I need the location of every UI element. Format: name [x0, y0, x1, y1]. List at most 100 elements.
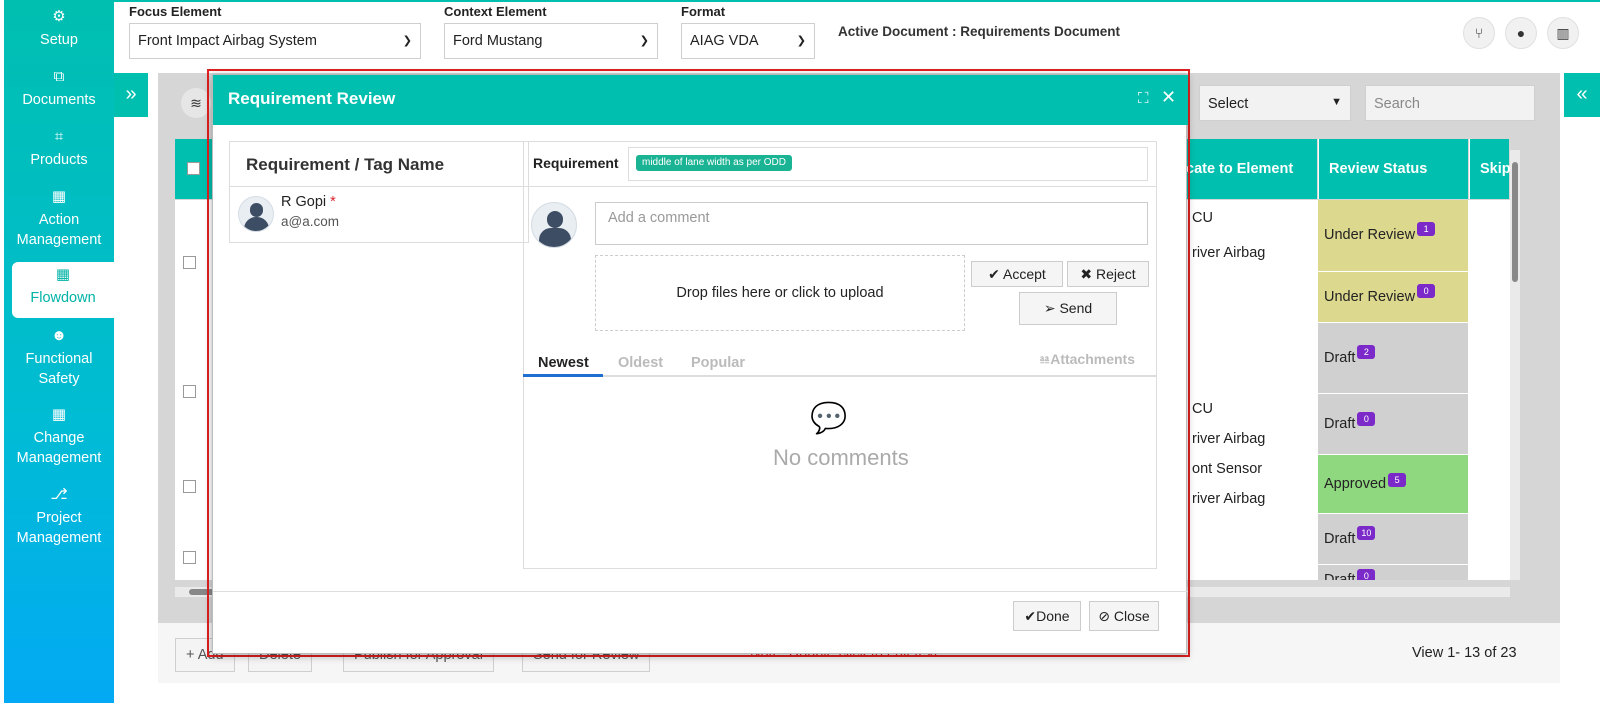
tab-popular[interactable]: Popular [691, 355, 745, 371]
send-button[interactable]: ➢ Send [1019, 292, 1117, 325]
requirement-review-modal: Requirement Review ⛶ ✕ Requirement / Tag… [212, 74, 1188, 654]
requirement-tag: middle of lane width as per ODD [636, 155, 792, 171]
building-icon: ▦ [51, 406, 67, 423]
top-accent-line [114, 0, 1600, 2]
sidebar-item-label: Flowdown [30, 290, 96, 306]
sidebar-item-flowdown[interactable]: ▦ Flowdown [12, 262, 114, 318]
status-label: Approved [1324, 476, 1387, 492]
select-all-checkbox[interactable] [187, 162, 200, 175]
accept-button[interactable]: ✔ Accept [971, 261, 1063, 287]
chevron-down-icon: ▼ [1331, 96, 1342, 108]
allocation-cell: CU [1192, 210, 1213, 226]
sidebar-item-project-management[interactable]: ⎇ Project Management [4, 486, 114, 548]
check-icon: ✔ [988, 266, 1000, 282]
format-label: Format [681, 4, 726, 19]
close-button[interactable]: ⊘ Close [1089, 601, 1159, 631]
review-status-cell[interactable]: Draft 10 [1318, 514, 1468, 564]
focus-element-select[interactable]: Front Impact Airbag System ❯ [129, 23, 421, 59]
reviewer-row[interactable] [229, 187, 529, 243]
sidebar-item-setup[interactable]: ⚙ Setup [4, 8, 114, 50]
products-icon: ⌗ [54, 128, 64, 145]
chevron-down-icon: ❯ [796, 35, 806, 47]
chart-icon-button[interactable]: ▥ [1547, 17, 1579, 49]
allocation-cell: river Airbag [1192, 245, 1266, 261]
sidebar-item-functional-safety[interactable]: ☻ Functional Safety [4, 327, 114, 389]
required-mark: * [330, 194, 336, 210]
status-label: Draft [1324, 572, 1356, 580]
requirement-tag-header: Requirement / Tag Name [229, 141, 529, 187]
review-status-cell[interactable]: Draft 0 [1318, 565, 1468, 580]
attachments-label: Attachments [1050, 351, 1135, 367]
sidebar-item-documents[interactable]: ⧉ Documents [4, 68, 114, 110]
attachments-link[interactable]: ⎂Attachments [1039, 351, 1135, 368]
file-dropzone[interactable]: Drop files here or click to upload [595, 255, 965, 331]
sidebar-item-label: Products [30, 152, 88, 168]
safety-icon: ☻ [51, 327, 67, 344]
allocation-cell: CU [1192, 401, 1213, 417]
grid-header-allocate[interactable]: cate to Element [1180, 139, 1317, 199]
maximize-icon[interactable]: ⛶ [1138, 90, 1149, 107]
tab-oldest[interactable]: Oldest [618, 355, 663, 371]
building-icon: ▦ [55, 266, 71, 283]
grid-select[interactable]: Select ▼ [1199, 85, 1351, 121]
reviewer-email: a@a.com [281, 214, 339, 229]
paperclip-icon: ⎂ [1039, 351, 1051, 367]
status-label: Under Review [1324, 289, 1416, 305]
comment-count-badge: 5 [1388, 473, 1407, 487]
context-element-value: Ford Mustang [453, 33, 543, 49]
comment-count-badge: 0 [1357, 412, 1376, 426]
reject-button[interactable]: ✖ Reject [1067, 261, 1149, 287]
row-checkbox[interactable] [183, 551, 196, 564]
accept-label: Accept [1003, 266, 1046, 282]
collapse-right-button[interactable]: « [1564, 73, 1600, 117]
ban-icon: ⊘ [1098, 608, 1111, 624]
tab-divider [523, 375, 1157, 377]
focus-element-value: Front Impact Airbag System [138, 33, 317, 49]
reject-label: Reject [1095, 266, 1136, 282]
status-label: Under Review [1324, 227, 1416, 243]
allocation-cell: ont Sensor [1192, 461, 1263, 477]
close-icon[interactable]: ✕ [1161, 87, 1176, 108]
comment-input[interactable]: Add a comment [595, 202, 1148, 245]
sidebar-item-label: Project Management [16, 510, 102, 546]
vertical-scrollbar[interactable] [1510, 150, 1520, 580]
context-element-select[interactable]: Ford Mustang ❯ [444, 23, 658, 59]
focus-element-label: Focus Element [129, 4, 222, 19]
grid-header-skip[interactable]: Skip [1469, 139, 1511, 199]
review-status-cell[interactable]: Approved 5 [1318, 455, 1468, 513]
check-icon: ✔ [1024, 608, 1037, 624]
review-status-cell[interactable]: Draft 0 [1318, 394, 1468, 454]
reviewer-name: R Gopi * [281, 194, 336, 210]
sidebar-item-action-management[interactable]: ▦ Action Management [4, 188, 114, 250]
row-checkbox[interactable] [183, 256, 196, 269]
allocation-cell: river Airbag [1192, 491, 1266, 507]
grid-header-review-status[interactable]: Review Status [1318, 139, 1468, 199]
comment-count-badge: 0 [1417, 284, 1436, 298]
grid-search-input[interactable]: Search [1365, 85, 1535, 121]
comment-count-badge: 2 [1357, 345, 1376, 359]
format-select[interactable]: AIAG VDA ❯ [681, 23, 815, 59]
requirement-label: Requirement [533, 155, 619, 171]
sidebar-item-label: Documents [22, 92, 96, 108]
comment-count-badge: 0 [1357, 569, 1376, 580]
sitemap-icon: ⎇ [50, 486, 68, 503]
flow-icon-button[interactable]: ⑂ [1463, 17, 1495, 49]
expand-left-button[interactable]: » [114, 73, 148, 117]
sidebar: ⚙ Setup ⧉ Documents ⌗ Products ▦ Action … [4, 0, 114, 703]
drop-icon-button[interactable]: ● [1505, 17, 1537, 49]
row-checkbox[interactable] [183, 385, 196, 398]
row-checkbox[interactable] [183, 480, 196, 493]
modal-footer-divider [213, 591, 1188, 592]
sidebar-item-products[interactable]: ⌗ Products [4, 128, 114, 170]
paper-plane-icon: ➢ [1043, 300, 1056, 316]
review-status-cell[interactable]: Under Review 1 [1318, 200, 1468, 271]
allocation-cell: river Airbag [1192, 431, 1266, 447]
review-status-cell[interactable]: Draft 2 [1318, 323, 1468, 393]
active-document-label: Active Document : Requirements Document [838, 24, 1121, 39]
review-status-cell[interactable]: Under Review 0 [1318, 272, 1468, 322]
sidebar-item-change-management[interactable]: ▦ Change Management [4, 406, 114, 468]
send-label: Send [1059, 300, 1093, 316]
format-value: AIAG VDA [690, 33, 759, 49]
tab-newest[interactable]: Newest [538, 355, 589, 371]
done-button[interactable]: ✔Done [1013, 601, 1081, 631]
